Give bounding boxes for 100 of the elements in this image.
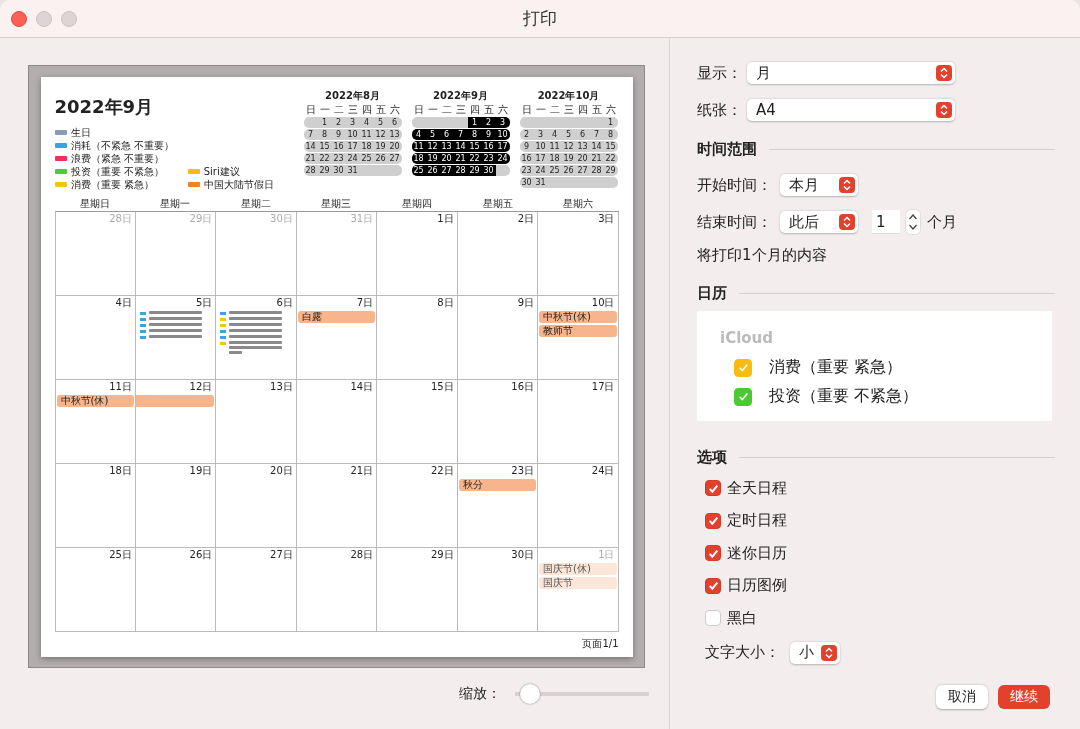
mini-day-number: 28 [591,165,602,175]
mini-day-number: 17 [497,141,508,151]
weekday-label: 一 [534,103,547,116]
checkbox[interactable] [734,387,752,406]
section-heading: 时间范围 [697,139,757,159]
mini-day-number: 4 [551,129,558,139]
close-button[interactable] [11,10,27,27]
check-icon [736,361,750,374]
mini-day-number: 29 [605,165,616,175]
check-icon [736,390,750,403]
day-number: 28日 [108,212,133,225]
checkbox[interactable] [734,358,752,377]
day-number: 29日 [188,212,214,225]
weekday-label: 四 [468,103,481,116]
checkbox[interactable] [705,545,721,562]
check-icon [706,514,720,528]
mini-day-number: 6 [443,129,450,139]
day-number: 6日 [275,296,294,309]
mini-day-number: 27 [441,165,452,175]
weekday-label: 二 [332,103,345,116]
checkbox[interactable] [705,577,721,594]
section-heading: 日历 [697,283,727,303]
weekday-label: 三 [562,103,575,116]
mini-day-number: 17 [347,141,358,151]
popup-select[interactable]: 本月 [780,174,858,196]
cancel-button[interactable]: 取消 [936,684,988,709]
weekday-label: 六 [604,103,617,116]
weekday-header: 星期二 [239,196,272,211]
mini-day-number: 4 [415,129,422,139]
all-day-event: 中秋节(休) [539,310,617,323]
mini-day-number: 19 [427,153,438,163]
mini-day-number: 27 [389,153,400,163]
option-label: 日历图例 [727,576,787,596]
window-title: 打印 [522,7,558,30]
weekday-label: 一 [318,103,331,116]
weekday-label: 二 [440,103,453,116]
zoom-button[interactable] [61,10,77,27]
mini-day-number: 21 [591,153,602,163]
mini-day-number: 13 [577,141,588,151]
day-number: 2日 [516,212,536,225]
minimize-button[interactable] [36,10,52,27]
month-count-field[interactable]: 1 [872,210,900,234]
mini-day-number: 23 [521,165,532,175]
day-number: 14日 [349,380,375,393]
mini-day-number: 6 [579,129,586,139]
day-number: 4日 [114,296,133,309]
mini-day-number: 8 [321,129,328,139]
popup-select[interactable]: 月 [747,62,955,84]
weekday-label: 三 [454,103,467,116]
field-label: 显示： [697,63,743,83]
day-number: 15日 [429,380,455,393]
mini-day-number: 10 [535,141,546,151]
mini-day-number: 18 [549,153,560,163]
checkbox[interactable] [705,480,721,496]
mini-day-number: 14 [455,141,466,151]
popup-select[interactable]: 此后 [780,211,858,233]
weekday-label: 二 [548,103,561,116]
weekday-label: 一 [426,103,439,116]
mini-day-number: 9 [335,129,342,139]
mini-day-number: 23 [333,153,344,163]
day-number: 12日 [188,380,214,393]
day-number: 16日 [510,380,536,393]
zoom-label: 缩放： [459,685,501,703]
mini-day-number: 16 [333,141,344,151]
mini-day-number: 18 [413,153,424,163]
mini-day-number: 30 [333,165,344,175]
mini-day-number: 29 [469,165,480,175]
weekday-header: 星期四 [401,196,434,211]
check-icon [706,579,720,593]
mini-day-number: 1 [321,117,328,127]
day-number: 11日 [108,380,133,393]
mini-day-number: 31 [535,177,546,187]
weekday-header: 星期六 [562,196,595,211]
mini-day-number: 5 [565,129,572,139]
mini-day-number: 10 [347,129,358,139]
mini-day-number: 11 [549,141,560,151]
mini-day-number: 25 [413,165,424,175]
weekday-label: 三 [346,103,359,116]
mini-day-number: 11 [413,141,424,151]
day-number: 1日 [436,212,455,225]
mini-day-number: 24 [347,153,358,163]
legend-label: 消耗（不紧急 不重要） [70,138,174,153]
weekday-header: 星期五 [481,196,514,211]
month-title: 2022年9月 [54,94,155,119]
updown-icon [936,65,952,81]
stepper[interactable] [905,209,921,235]
mini-day-number: 12 [427,141,438,151]
popup-select[interactable]: 小 [790,641,840,664]
day-number: 30日 [269,212,294,225]
weekday-label: 五 [374,103,387,116]
legend-label: Siri建议 [203,164,240,179]
mini-day-number: 7 [457,129,464,139]
popup-select[interactable]: A4 [747,99,955,121]
checkbox[interactable] [705,512,721,529]
day-number: 29日 [429,548,455,561]
slider-thumb[interactable] [519,684,540,704]
day-number: 18日 [108,464,133,477]
day-number: 25日 [108,548,133,561]
mini-day-number: 24 [497,153,508,163]
continue-button[interactable]: 继续 [998,684,1050,709]
